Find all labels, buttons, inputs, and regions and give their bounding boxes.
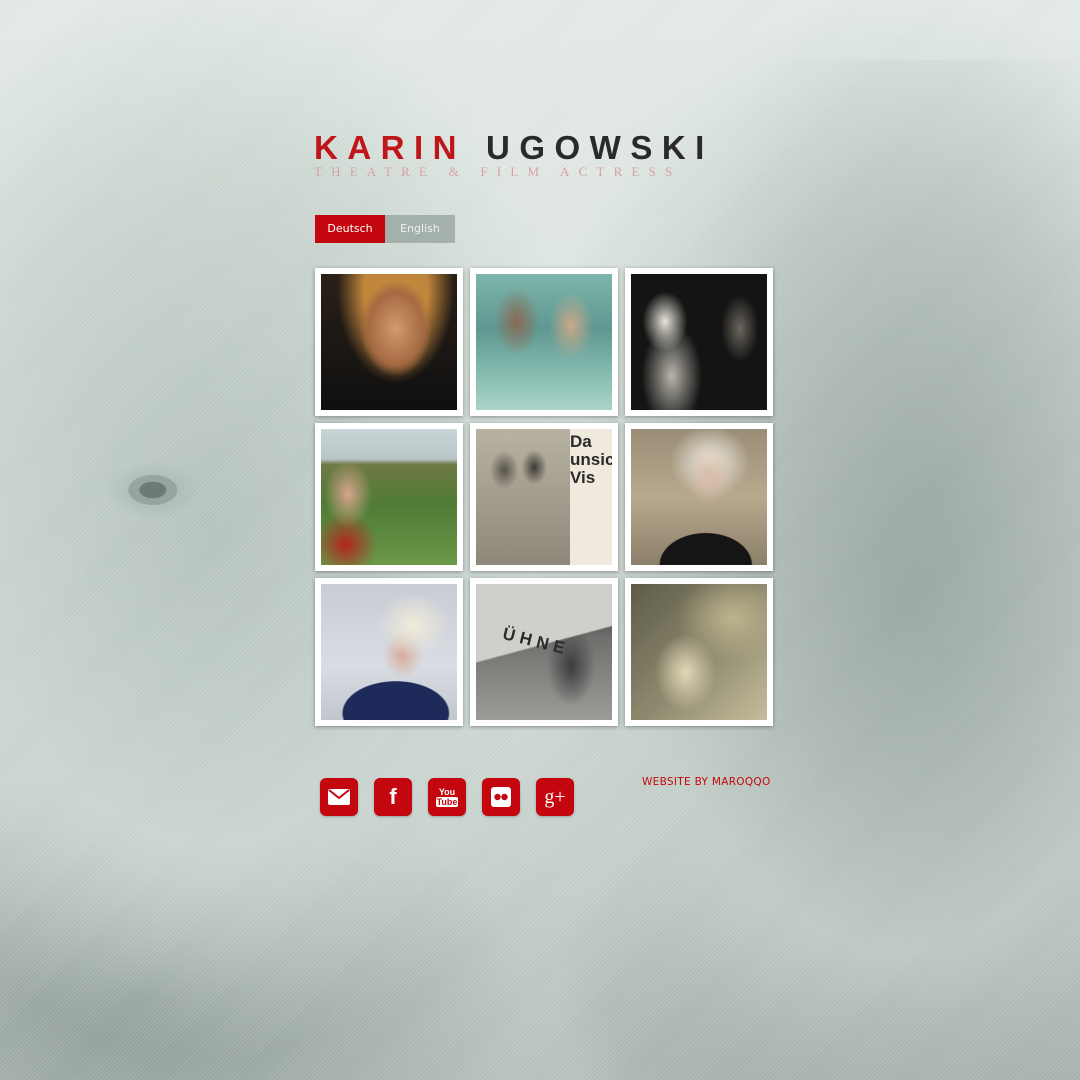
film-still-photo: [476, 274, 612, 410]
gallery-tile-6[interactable]: [625, 423, 773, 571]
google-plus-button[interactable]: g+: [536, 778, 574, 816]
gallery-tile-7[interactable]: [315, 578, 463, 726]
language-english-button[interactable]: English: [385, 215, 455, 243]
title-last-name: UGOWSKI: [486, 129, 714, 166]
gallery-tile-4[interactable]: [315, 423, 463, 571]
social-links: f You Tube g+: [320, 778, 574, 816]
newspaper-clipping-photo: Da unsic Vis: [476, 429, 612, 565]
youtube-icon-text-bottom: Tube: [435, 797, 459, 807]
site-title: KARIN UGOWSKI: [314, 128, 784, 168]
field-portrait-photo: [321, 429, 457, 565]
facebook-button[interactable]: f: [374, 778, 412, 816]
portrait-photo: [321, 274, 457, 410]
stage-sign-text: ÜHNE: [500, 624, 572, 659]
clipping-headline: Da unsic Vis: [570, 432, 612, 487]
google-plus-icon: g+: [544, 785, 566, 808]
gallery-tile-2[interactable]: [470, 268, 618, 416]
blue-sweater-portrait-photo: [321, 584, 457, 720]
vintage-portrait-photo: [631, 584, 767, 720]
gallery-tile-5[interactable]: Da unsic Vis: [470, 423, 618, 571]
gallery-tile-3[interactable]: [625, 268, 773, 416]
flickr-button[interactable]: [482, 778, 520, 816]
background-eye: [100, 455, 210, 525]
clipping-figures: [476, 429, 570, 565]
facebook-icon: f: [389, 784, 397, 809]
stage-photo: [631, 274, 767, 410]
gallery-tile-1[interactable]: [315, 268, 463, 416]
language-switcher: Deutsch English: [315, 215, 455, 243]
photo-gallery: Da unsic Vis ÜHNE: [315, 268, 775, 726]
youtube-button[interactable]: You Tube: [428, 778, 466, 816]
sepia-portrait-photo: [631, 429, 767, 565]
website-credit-link[interactable]: WEBSITE BY MAROQQO: [642, 776, 771, 788]
flickr-icon: [491, 787, 511, 807]
email-icon: [328, 789, 350, 805]
gallery-tile-9[interactable]: [625, 578, 773, 726]
gallery-tile-8[interactable]: ÜHNE: [470, 578, 618, 726]
language-german-button[interactable]: Deutsch: [315, 215, 385, 243]
title-first-name: KARIN: [314, 129, 466, 166]
youtube-icon: You Tube: [435, 787, 459, 807]
site-header: KARIN UGOWSKI THEATRE & FILM ACTRESS: [314, 128, 784, 180]
youtube-icon-text-top: You: [438, 787, 456, 797]
email-button[interactable]: [320, 778, 358, 816]
motorcycle-stage-photo: ÜHNE: [476, 584, 612, 720]
